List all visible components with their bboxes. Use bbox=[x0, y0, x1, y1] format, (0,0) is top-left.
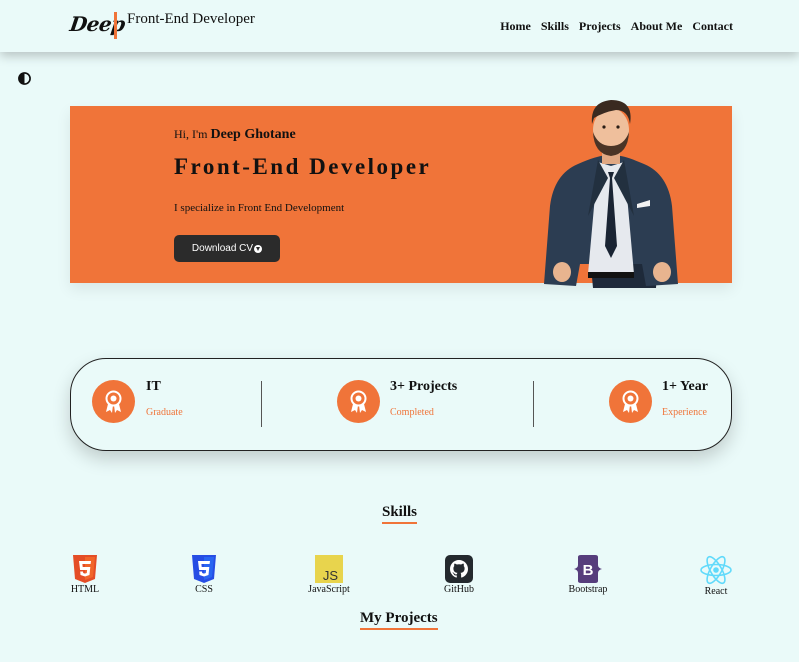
header-title: Front-End Developer bbox=[127, 11, 255, 27]
skill-item-github: GitHub bbox=[419, 555, 499, 595]
theme-toggle-icon[interactable] bbox=[18, 72, 31, 85]
skill-item-javascript: JS JavaScript bbox=[289, 555, 369, 595]
site-header: Deep Front-End Developer Home Skills Pro… bbox=[0, 0, 799, 52]
logo[interactable]: Deep bbox=[68, 12, 126, 36]
nav-projects-link[interactable]: Projects bbox=[579, 19, 621, 34]
download-cv-button[interactable]: Download CV bbox=[174, 235, 280, 262]
nav-about-link[interactable]: About Me bbox=[631, 19, 683, 34]
projects-heading: My Projects bbox=[360, 610, 438, 630]
skill-label: JavaScript bbox=[308, 584, 350, 595]
hero-role: Front-End Developer bbox=[174, 154, 432, 179]
main-nav: Home Skills Projects About Me Contact bbox=[500, 19, 733, 34]
download-cv-label: Download CV bbox=[191, 243, 254, 254]
skill-label: React bbox=[704, 586, 728, 597]
hero-greeting: Hi, I'm Deep Ghotane bbox=[174, 127, 296, 143]
stat-divider bbox=[261, 381, 262, 427]
greeting-text: Hi, I'm bbox=[174, 127, 208, 141]
nav-home-link[interactable]: Home bbox=[500, 19, 531, 34]
skill-label: CSS bbox=[195, 584, 213, 595]
stat-subtitle: Graduate bbox=[146, 407, 183, 418]
bootstrap-icon: B bbox=[574, 555, 602, 583]
skill-label: Bootstrap bbox=[568, 584, 608, 595]
skill-label: HTML bbox=[70, 584, 100, 595]
award-icon bbox=[609, 380, 652, 423]
hero-name: Deep Ghotane bbox=[210, 127, 296, 142]
github-icon bbox=[445, 555, 473, 583]
skill-item-react: React bbox=[676, 555, 756, 597]
stat-title: 1+ Year bbox=[662, 379, 708, 394]
svg-text:B: B bbox=[583, 562, 594, 579]
hero-description: I specialize in Front End Development bbox=[174, 202, 345, 214]
stat-title: IT bbox=[146, 379, 161, 394]
react-icon bbox=[700, 555, 732, 585]
stat-subtitle: Completed bbox=[390, 407, 434, 418]
avatar bbox=[544, 100, 678, 288]
skill-label: GitHub bbox=[444, 584, 474, 595]
css3-icon bbox=[192, 555, 216, 583]
html5-icon bbox=[73, 555, 97, 583]
download-icon bbox=[254, 244, 263, 253]
skill-item-html: HTML bbox=[45, 555, 125, 595]
stats-card: IT Graduate 3+ Projects Completed 1+ Yea… bbox=[70, 358, 732, 451]
skills-heading: Skills bbox=[382, 504, 417, 524]
stat-title: 3+ Projects bbox=[390, 379, 458, 394]
nav-contact-link[interactable]: Contact bbox=[692, 19, 733, 34]
stat-divider bbox=[533, 381, 534, 427]
skill-item-css: CSS bbox=[164, 555, 244, 595]
skill-item-bootstrap: B Bootstrap bbox=[548, 555, 628, 595]
award-icon bbox=[92, 380, 135, 423]
javascript-icon: JS bbox=[315, 555, 343, 583]
logo-divider bbox=[114, 12, 117, 39]
stat-subtitle: Experience bbox=[662, 407, 707, 418]
svg-text:JS: JS bbox=[323, 568, 339, 583]
award-icon bbox=[337, 380, 380, 423]
nav-skills-link[interactable]: Skills bbox=[541, 19, 569, 34]
